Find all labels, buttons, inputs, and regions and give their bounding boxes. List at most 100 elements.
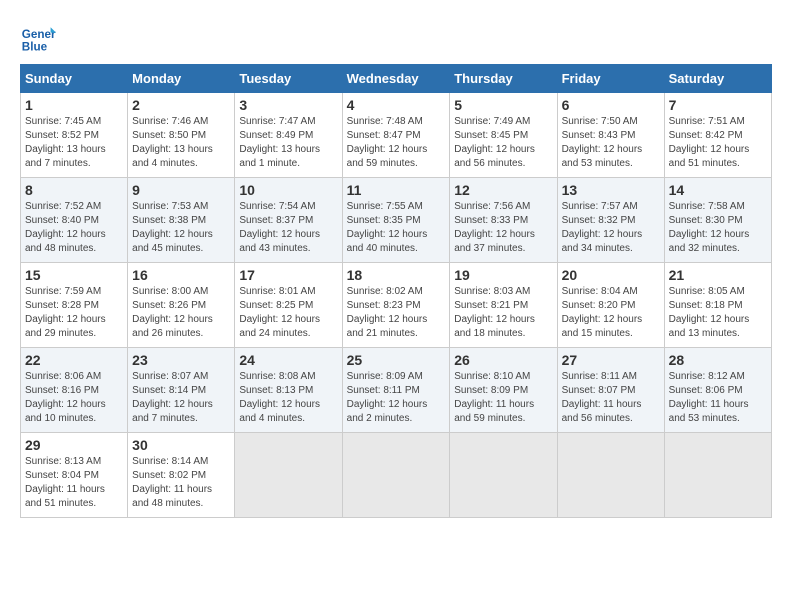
- calendar-cell: 27 Sunrise: 8:11 AM Sunset: 8:07 PM Dayli…: [557, 348, 664, 433]
- calendar-cell: 25 Sunrise: 8:09 AM Sunset: 8:11 PM Dayli…: [342, 348, 450, 433]
- day-info: Sunrise: 8:01 AM Sunset: 8:25 PM Dayligh…: [239, 285, 337, 341]
- svg-text:Blue: Blue: [22, 41, 48, 54]
- day-number: 30: [132, 437, 230, 453]
- day-info: Sunrise: 7:54 AM Sunset: 8:37 PM Dayligh…: [239, 200, 337, 256]
- calendar-cell: 28Sunrise: 8:12 AM Sunset: 8:06 PM Dayli…: [664, 348, 771, 433]
- day-number: 5: [454, 97, 552, 113]
- day-number: 23: [132, 352, 230, 368]
- day-info: Sunrise: 8:09 AM Sunset: 8:11 PM Dayligh…: [347, 370, 446, 426]
- calendar-cell: 8 Sunrise: 7:52 AM Sunset: 8:40 PM Daylig…: [21, 178, 128, 263]
- day-number: 15: [25, 267, 123, 283]
- calendar-cell: 1Sunrise: 7:45 AM Sunset: 8:52 PM Daylig…: [21, 93, 128, 178]
- day-number: 4: [347, 97, 446, 113]
- page-header: General Blue: [20, 20, 772, 56]
- day-info: Sunrise: 7:51 AM Sunset: 8:42 PM Dayligh…: [669, 115, 767, 171]
- day-info: Sunrise: 8:00 AM Sunset: 8:26 PM Dayligh…: [132, 285, 230, 341]
- calendar-cell: 29 Sunrise: 8:13 AM Sunset: 8:04 PM Dayli…: [21, 433, 128, 518]
- calendar-cell: 23 Sunrise: 8:07 AM Sunset: 8:14 PM Dayli…: [128, 348, 235, 433]
- day-number: 16: [132, 267, 230, 283]
- calendar-cell: [342, 433, 450, 518]
- day-info: Sunrise: 7:46 AM Sunset: 8:50 PM Dayligh…: [132, 115, 230, 171]
- day-info: Sunrise: 8:03 AM Sunset: 8:21 PM Dayligh…: [454, 285, 552, 341]
- day-number: 7: [669, 97, 767, 113]
- logo-icon: General Blue: [20, 20, 56, 56]
- day-header-tuesday: Tuesday: [235, 65, 342, 93]
- day-number: 27: [562, 352, 660, 368]
- calendar-body: 1Sunrise: 7:45 AM Sunset: 8:52 PM Daylig…: [21, 93, 772, 518]
- day-info: Sunrise: 8:07 AM Sunset: 8:14 PM Dayligh…: [132, 370, 230, 426]
- day-number: 25: [347, 352, 446, 368]
- day-number: 12: [454, 182, 552, 198]
- day-info: Sunrise: 7:47 AM Sunset: 8:49 PM Dayligh…: [239, 115, 337, 171]
- day-number: 24: [239, 352, 337, 368]
- calendar-week-row: 8 Sunrise: 7:52 AM Sunset: 8:40 PM Daylig…: [21, 178, 772, 263]
- calendar-week-row: 29 Sunrise: 8:13 AM Sunset: 8:04 PM Dayli…: [21, 433, 772, 518]
- day-number: 20: [562, 267, 660, 283]
- calendar-cell: 11Sunrise: 7:55 AM Sunset: 8:35 PM Dayli…: [342, 178, 450, 263]
- day-number: 19: [454, 267, 552, 283]
- calendar-cell: 18Sunrise: 8:02 AM Sunset: 8:23 PM Dayli…: [342, 263, 450, 348]
- day-number: 9: [132, 182, 230, 198]
- day-number: 18: [347, 267, 446, 283]
- calendar-header-row: SundayMondayTuesdayWednesdayThursdayFrid…: [21, 65, 772, 93]
- day-info: Sunrise: 7:45 AM Sunset: 8:52 PM Dayligh…: [25, 115, 123, 171]
- calendar-cell: 21 Sunrise: 8:05 AM Sunset: 8:18 PM Dayli…: [664, 263, 771, 348]
- calendar-cell: 12 Sunrise: 7:56 AM Sunset: 8:33 PM Dayli…: [450, 178, 557, 263]
- day-info: Sunrise: 7:52 AM Sunset: 8:40 PM Dayligh…: [25, 200, 123, 256]
- calendar-week-row: 1Sunrise: 7:45 AM Sunset: 8:52 PM Daylig…: [21, 93, 772, 178]
- day-info: Sunrise: 7:55 AM Sunset: 8:35 PM Dayligh…: [347, 200, 446, 256]
- day-header-friday: Friday: [557, 65, 664, 93]
- calendar-cell: 17 Sunrise: 8:01 AM Sunset: 8:25 PM Dayli…: [235, 263, 342, 348]
- calendar-cell: 20 Sunrise: 8:04 AM Sunset: 8:20 PM Dayli…: [557, 263, 664, 348]
- day-number: 28: [669, 352, 767, 368]
- calendar-cell: 3Sunrise: 7:47 AM Sunset: 8:49 PM Daylig…: [235, 93, 342, 178]
- day-info: Sunrise: 7:48 AM Sunset: 8:47 PM Dayligh…: [347, 115, 446, 171]
- day-number: 8: [25, 182, 123, 198]
- day-info: Sunrise: 8:08 AM Sunset: 8:13 PM Dayligh…: [239, 370, 337, 426]
- day-header-thursday: Thursday: [450, 65, 557, 93]
- day-number: 29: [25, 437, 123, 453]
- logo: General Blue: [20, 20, 56, 56]
- day-info: Sunrise: 7:50 AM Sunset: 8:43 PM Dayligh…: [562, 115, 660, 171]
- day-info: Sunrise: 7:57 AM Sunset: 8:32 PM Dayligh…: [562, 200, 660, 256]
- day-number: 21: [669, 267, 767, 283]
- day-header-wednesday: Wednesday: [342, 65, 450, 93]
- calendar-cell: 24 Sunrise: 8:08 AM Sunset: 8:13 PM Dayli…: [235, 348, 342, 433]
- day-number: 10: [239, 182, 337, 198]
- calendar-cell: 10 Sunrise: 7:54 AM Sunset: 8:37 PM Dayli…: [235, 178, 342, 263]
- day-info: Sunrise: 8:05 AM Sunset: 8:18 PM Dayligh…: [669, 285, 767, 341]
- calendar-cell: 22Sunrise: 8:06 AM Sunset: 8:16 PM Dayli…: [21, 348, 128, 433]
- calendar-cell: 26 Sunrise: 8:10 AM Sunset: 8:09 PM Dayli…: [450, 348, 557, 433]
- day-info: Sunrise: 8:11 AM Sunset: 8:07 PM Dayligh…: [562, 370, 660, 426]
- day-header-monday: Monday: [128, 65, 235, 93]
- calendar-table: SundayMondayTuesdayWednesdayThursdayFrid…: [20, 64, 772, 518]
- calendar-week-row: 22Sunrise: 8:06 AM Sunset: 8:16 PM Dayli…: [21, 348, 772, 433]
- calendar-cell: 15Sunrise: 7:59 AM Sunset: 8:28 PM Dayli…: [21, 263, 128, 348]
- calendar-cell: 6 Sunrise: 7:50 AM Sunset: 8:43 PM Daylig…: [557, 93, 664, 178]
- day-number: 17: [239, 267, 337, 283]
- calendar-cell: 4 Sunrise: 7:48 AM Sunset: 8:47 PM Daylig…: [342, 93, 450, 178]
- day-header-saturday: Saturday: [664, 65, 771, 93]
- calendar-cell: [450, 433, 557, 518]
- day-info: Sunrise: 8:14 AM Sunset: 8:02 PM Dayligh…: [132, 455, 230, 511]
- day-info: Sunrise: 8:13 AM Sunset: 8:04 PM Dayligh…: [25, 455, 123, 511]
- day-info: Sunrise: 7:56 AM Sunset: 8:33 PM Dayligh…: [454, 200, 552, 256]
- calendar-cell: 13Sunrise: 7:57 AM Sunset: 8:32 PM Dayli…: [557, 178, 664, 263]
- calendar-cell: 2 Sunrise: 7:46 AM Sunset: 8:50 PM Daylig…: [128, 93, 235, 178]
- day-number: 2: [132, 97, 230, 113]
- calendar-week-row: 15Sunrise: 7:59 AM Sunset: 8:28 PM Dayli…: [21, 263, 772, 348]
- day-number: 26: [454, 352, 552, 368]
- day-number: 14: [669, 182, 767, 198]
- day-number: 6: [562, 97, 660, 113]
- calendar-cell: 19 Sunrise: 8:03 AM Sunset: 8:21 PM Dayli…: [450, 263, 557, 348]
- day-info: Sunrise: 8:04 AM Sunset: 8:20 PM Dayligh…: [562, 285, 660, 341]
- calendar-cell: 9 Sunrise: 7:53 AM Sunset: 8:38 PM Daylig…: [128, 178, 235, 263]
- day-number: 22: [25, 352, 123, 368]
- day-info: Sunrise: 7:53 AM Sunset: 8:38 PM Dayligh…: [132, 200, 230, 256]
- day-info: Sunrise: 8:10 AM Sunset: 8:09 PM Dayligh…: [454, 370, 552, 426]
- calendar-cell: 14 Sunrise: 7:58 AM Sunset: 8:30 PM Dayli…: [664, 178, 771, 263]
- calendar-cell: 7 Sunrise: 7:51 AM Sunset: 8:42 PM Daylig…: [664, 93, 771, 178]
- calendar-cell: [557, 433, 664, 518]
- day-info: Sunrise: 7:58 AM Sunset: 8:30 PM Dayligh…: [669, 200, 767, 256]
- day-header-sunday: Sunday: [21, 65, 128, 93]
